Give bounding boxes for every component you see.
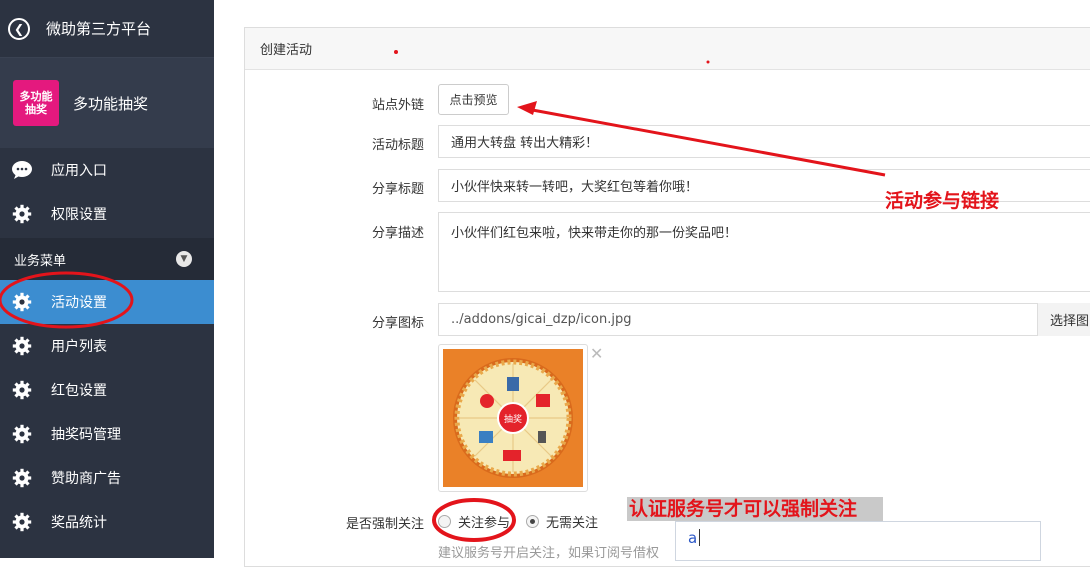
annotation-follow-note: 认证服务号才可以强制关注	[627, 497, 884, 521]
annotation-arrow	[526, 107, 886, 177]
annotation-overlay	[0, 50, 886, 542]
text-cursor	[699, 529, 700, 546]
ime-candidate-box[interactable]: a	[675, 521, 1041, 561]
annotation-link-note: 活动参与链接	[885, 190, 1000, 212]
arrow-head-icon	[517, 101, 537, 115]
annotation-dot	[394, 50, 398, 54]
highlight-ellipse-follow	[432, 498, 516, 542]
highlight-ellipse-activity	[0, 271, 134, 329]
annotation-dot	[706, 60, 710, 64]
ime-input-text: a	[688, 529, 698, 547]
